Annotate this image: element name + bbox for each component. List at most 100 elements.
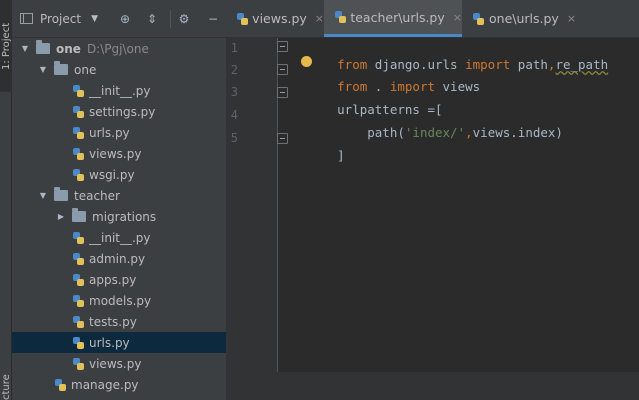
editor-tab-label: views.py [252, 11, 307, 26]
editor-tab[interactable]: views.py × [226, 0, 324, 37]
structure-tool-tab[interactable]: cture [0, 368, 12, 400]
tree-folder[interactable]: ▼ one [12, 59, 226, 80]
tree-file[interactable]: tests.py [12, 311, 226, 332]
tree-item-label: urls.py [89, 125, 130, 140]
python-file-icon [72, 231, 84, 245]
python-file-icon [334, 10, 347, 24]
folder-icon [36, 40, 50, 54]
editor-tab[interactable]: teacher\urls.py × [324, 0, 462, 37]
project-tool-tab-label: 1: Project [1, 22, 12, 70]
close-icon[interactable]: × [315, 12, 324, 25]
tree-file[interactable]: urls.py [12, 332, 226, 353]
chevron-down-icon[interactable]: ▼ [20, 44, 30, 53]
code-text: path( [337, 125, 405, 140]
tree-file[interactable]: urls.py [12, 122, 226, 143]
line-number: 5 [230, 131, 238, 145]
editor-tab-label: one\urls.py [489, 11, 559, 26]
code-line-1: from django.urls import path,re_path [292, 38, 608, 72]
tree-item-label: models.py [89, 293, 152, 308]
python-file-icon [72, 105, 84, 119]
folder-icon [72, 208, 86, 222]
folder-icon [54, 187, 68, 201]
chevron-down-icon[interactable]: ▼ [38, 65, 48, 74]
python-file-icon [472, 12, 484, 26]
close-icon[interactable]: × [453, 11, 462, 24]
tree-folder[interactable]: ▼ teacher [12, 185, 226, 206]
tree-item-label: tests.py [89, 314, 137, 329]
tree-file[interactable]: __init__.py [12, 227, 226, 248]
tree-item-label: manage.py [71, 377, 139, 392]
structure-tool-tab-label: cture [1, 374, 12, 400]
editor-gutter: 1 2 3 4 5 [226, 38, 288, 372]
tree-file[interactable]: admin.py [12, 248, 226, 269]
toolbar-divider [170, 10, 171, 28]
fold-marker-icon[interactable] [277, 87, 288, 98]
python-file-icon [72, 294, 84, 308]
project-panel-header: Project ▼ ⊕ ⇕ ⚙ − [12, 0, 226, 38]
tree-folder[interactable]: ▼ one D:\Pgj\one [12, 38, 226, 59]
tree-item-label: __init__.py [89, 230, 151, 245]
tree-item-label: settings.py [89, 104, 156, 119]
line-number: 4 [230, 108, 238, 122]
gear-icon[interactable]: ⚙ [177, 12, 191, 26]
python-file-icon [72, 273, 84, 287]
project-panel-title[interactable]: Project [40, 12, 81, 26]
tree-item-label: wsgi.py [89, 167, 135, 182]
project-tool-tab[interactable]: 1: Project [0, 0, 12, 92]
python-file-icon [72, 336, 84, 350]
fold-marker-icon[interactable] [277, 64, 288, 75]
tree-item-label: apps.py [89, 272, 137, 287]
tree-file[interactable]: views.py [12, 143, 226, 164]
tree-item-label: views.py [89, 146, 142, 161]
collapse-icon[interactable]: ⇕ [145, 12, 159, 26]
editor-area: views.py × teacher\urls.py × one\urls.py × 1 … [226, 0, 639, 400]
chevron-down-icon[interactable]: ▼ [38, 191, 48, 200]
tree-file[interactable]: settings.py [12, 101, 226, 122]
hide-icon[interactable]: − [206, 12, 220, 26]
editor-tab-bar: views.py × teacher\urls.py × one\urls.py × [226, 0, 639, 38]
code-editor[interactable]: from django.urls import path,re_path fro… [292, 38, 639, 372]
python-file-icon [72, 315, 84, 329]
code-line-3: urlpatterns =[ [292, 83, 442, 117]
tree-item-label: one [74, 62, 97, 77]
editor-tab[interactable]: one\urls.py × [462, 0, 577, 37]
python-file-icon [72, 252, 84, 266]
code-line-2: from . import views [292, 60, 480, 94]
python-file-icon [72, 84, 84, 98]
tree-item-label: views.py [89, 356, 142, 371]
project-tree: ▼ one D:\Pgj\one ▼ one __init__.py settings.py… [12, 38, 226, 400]
tree-file[interactable]: views.py [12, 353, 226, 374]
comma: , [465, 125, 473, 140]
target-icon[interactable]: ⊕ [118, 12, 132, 26]
tree-file[interactable]: models.py [12, 290, 226, 311]
tree-file[interactable]: __init__.py [12, 80, 226, 101]
fold-marker-icon[interactable] [277, 133, 288, 144]
tree-file[interactable]: wsgi.py [12, 164, 226, 185]
python-file-icon [72, 357, 84, 371]
editor-tab-label: teacher\urls.py [350, 9, 445, 25]
python-file-icon [72, 168, 84, 182]
tree-item-label: urls.py [89, 335, 130, 350]
tree-item-label: admin.py [89, 251, 146, 266]
tool-window-strip: 1: Project cture [0, 0, 12, 400]
code-line-4: path('index/',views.index) [292, 106, 563, 140]
folder-icon [54, 61, 68, 75]
close-icon[interactable]: × [567, 12, 576, 25]
tree-folder[interactable]: ▶ migrations [12, 206, 226, 227]
python-file-icon [54, 378, 66, 392]
chevron-right-icon[interactable]: ▶ [56, 212, 66, 221]
python-file-icon [72, 126, 84, 140]
code-text: views.index) [472, 125, 563, 140]
code-text: ] [337, 148, 345, 163]
tree-file[interactable]: apps.py [12, 269, 226, 290]
fold-marker-icon[interactable] [277, 41, 288, 52]
tree-item-label: __init__.py [89, 83, 151, 98]
project-panel: Project ▼ ⊕ ⇕ ⚙ − ▼ one D:\Pgj\one ▼ one __in… [12, 0, 237, 400]
unused-import: re_path [555, 57, 609, 72]
tree-file[interactable]: manage.py [12, 374, 226, 395]
tree-item-label: migrations [92, 209, 157, 224]
line-number: 2 [230, 63, 238, 77]
string-literal: 'index/' [404, 125, 466, 140]
chevron-down-icon[interactable]: ▼ [91, 14, 98, 24]
python-file-icon [72, 147, 84, 161]
